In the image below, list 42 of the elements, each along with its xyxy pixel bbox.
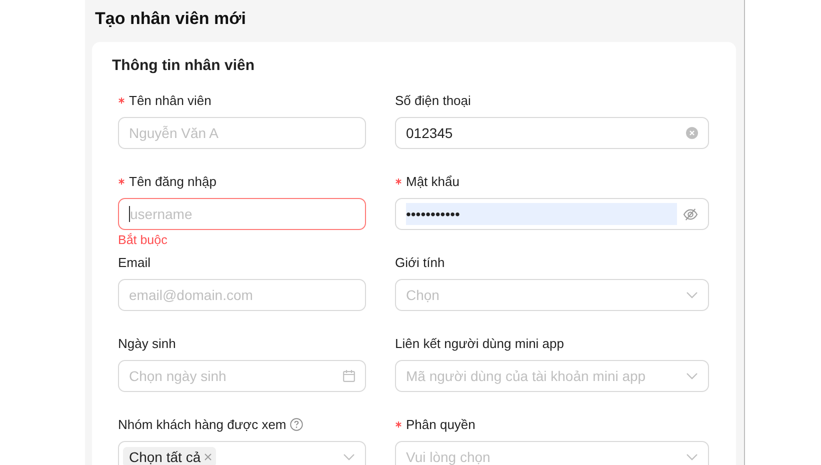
input-field[interactable]: email@domain.com bbox=[118, 279, 366, 311]
eye-off-icon[interactable] bbox=[683, 208, 698, 220]
field-label: Tên đăng nhập bbox=[129, 174, 216, 188]
field-label: Liên kết người dùng mini app bbox=[395, 336, 564, 350]
clear-icon[interactable] bbox=[686, 127, 698, 139]
select-field[interactable]: Mã người dùng của tài khoản mini app bbox=[395, 360, 709, 392]
field-label: Email bbox=[118, 254, 151, 270]
page-title: Tạo nhân viên mới bbox=[94, 8, 247, 30]
field-label: Số điện thoại bbox=[395, 92, 471, 108]
chevron-down-icon[interactable] bbox=[686, 372, 698, 380]
section-title: Thông tin nhân viên bbox=[112, 56, 256, 76]
select-field[interactable]: Chọn tất cả bbox=[118, 441, 366, 465]
placeholder-text: Vui lòng chọn bbox=[406, 449, 492, 465]
placeholder-text: Nguyễn Văn A bbox=[129, 125, 220, 141]
help-icon[interactable] bbox=[290, 418, 304, 430]
calendar-icon[interactable] bbox=[343, 370, 355, 382]
field-label: Mật khẩu bbox=[406, 174, 460, 188]
input-field[interactable]: username bbox=[118, 198, 366, 230]
select-field[interactable]: Vui lòng chọn bbox=[395, 441, 709, 465]
chevron-down-icon[interactable] bbox=[343, 453, 355, 461]
tag[interactable]: Chọn tất cả bbox=[123, 447, 216, 465]
date-field[interactable]: Chọn ngày sinh bbox=[118, 360, 366, 392]
close-icon[interactable] bbox=[204, 453, 212, 461]
placeholder-text: Chọn bbox=[406, 287, 440, 303]
field-label: Nhóm khách hàng được xem bbox=[118, 416, 286, 432]
field-label: Tên nhân viên bbox=[129, 92, 212, 108]
placeholder-text: username bbox=[130, 206, 194, 222]
field-label: Giới tính bbox=[395, 254, 445, 270]
field-label: Phân quyền bbox=[406, 416, 476, 432]
select-field[interactable]: Chọn bbox=[395, 279, 709, 311]
error-message: Bắt buộc bbox=[118, 233, 168, 247]
placeholder-text: Mã người dùng của tài khoản mini app bbox=[406, 368, 647, 384]
field-label: Ngày sinh bbox=[118, 336, 176, 350]
input-value: 012345 bbox=[406, 124, 454, 143]
placeholder-text: Chọn ngày sinh bbox=[129, 368, 228, 384]
input-field[interactable]: Nguyễn Văn A bbox=[118, 117, 366, 149]
input-field[interactable]: ••••••••••• bbox=[395, 198, 709, 230]
chevron-down-icon[interactable] bbox=[686, 453, 698, 461]
placeholder-text: email@domain.com bbox=[129, 287, 254, 303]
input-value: ••••••••••• bbox=[406, 203, 677, 225]
chevron-down-icon[interactable] bbox=[686, 291, 698, 299]
input-field[interactable]: 012345 bbox=[395, 117, 709, 149]
